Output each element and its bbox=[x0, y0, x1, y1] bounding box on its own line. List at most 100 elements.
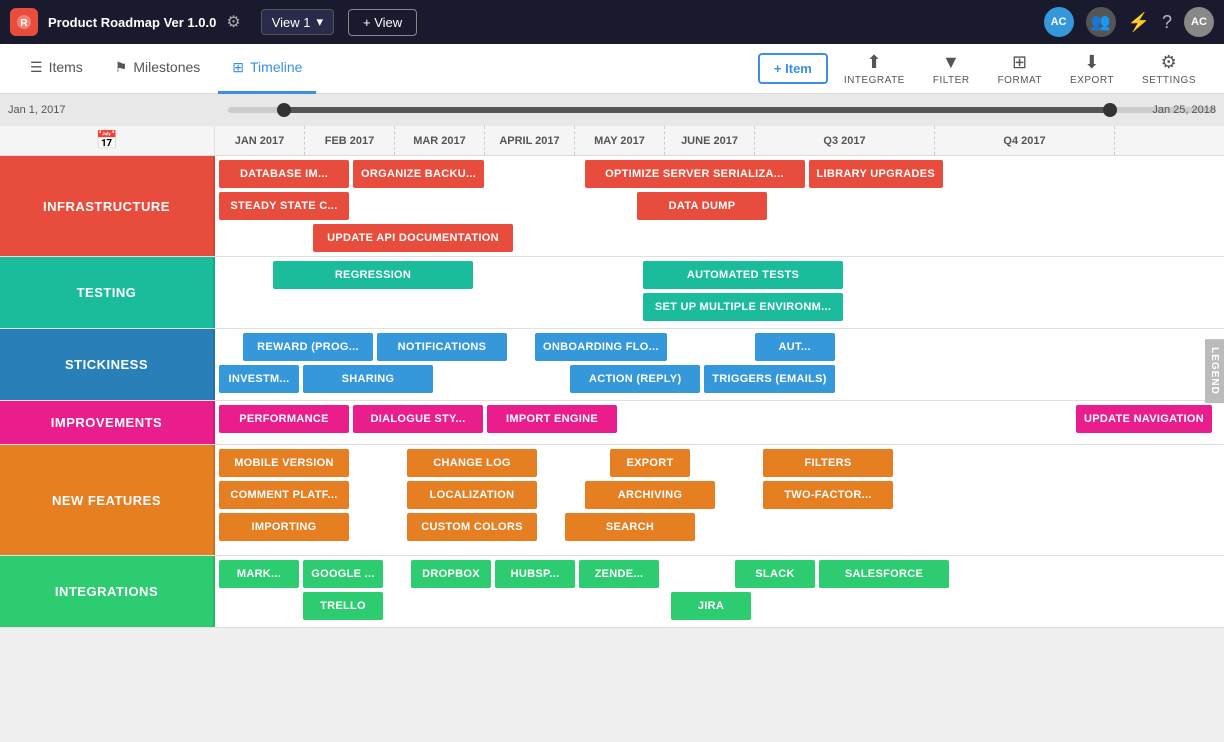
label-integrations: INTEGRATIONS bbox=[0, 556, 215, 627]
timeline-range: Jan 1, 2017 Jan 25, 2018 bbox=[0, 94, 1224, 126]
newf-row-1: MOBILE VERSION CHANGE LOG EXPORT FILTERS bbox=[219, 449, 899, 477]
chip-action-reply[interactable]: ACTION (REPLY) bbox=[570, 365, 700, 393]
range-handle-left[interactable] bbox=[277, 103, 291, 117]
nav-icons: AC 👥 ⚡ ? AC bbox=[1044, 7, 1214, 37]
chip-slack[interactable]: SLACK bbox=[735, 560, 815, 588]
chevron-down-icon: ▾ bbox=[316, 14, 323, 30]
chip-changelog[interactable]: CHANGE LOG bbox=[407, 449, 537, 477]
chip-export[interactable]: EXPORT bbox=[610, 449, 690, 477]
month-may: MAY 2017 bbox=[575, 126, 665, 155]
nav-items[interactable]: ☰ Items bbox=[16, 44, 97, 94]
range-end-date: Jan 25, 2018 bbox=[1152, 104, 1216, 116]
chip-sharing[interactable]: SHARING bbox=[303, 365, 433, 393]
chip-library[interactable]: LIBRARY UPGRADES bbox=[809, 160, 943, 188]
chip-mobile[interactable]: MOBILE VERSION bbox=[219, 449, 349, 477]
chip-zendesk[interactable]: ZENDE... bbox=[579, 560, 659, 588]
chip-steady[interactable]: STEADY STATE C... bbox=[219, 192, 349, 220]
help-icon[interactable]: ? bbox=[1162, 12, 1172, 33]
chip-importing[interactable]: IMPORTING bbox=[219, 513, 349, 541]
timeline-grid[interactable]: 📅 JAN 2017 FEB 2017 MAR 2017 APRIL 2017 … bbox=[0, 126, 1224, 742]
chip-setup[interactable]: SET UP MULTIPLE ENVIRONM... bbox=[643, 293, 843, 321]
nav-timeline[interactable]: ⊞ Timeline bbox=[218, 44, 316, 94]
chip-optimize[interactable]: OPTIMIZE SERVER SERIALIZA... bbox=[585, 160, 805, 188]
chip-update-nav[interactable]: UPDATE NAVIGATION bbox=[1076, 405, 1212, 433]
header-row: 📅 JAN 2017 FEB 2017 MAR 2017 APRIL 2017 … bbox=[0, 126, 1224, 156]
chip-mark[interactable]: MARK... bbox=[219, 560, 299, 588]
user-avatar-profile[interactable]: AC bbox=[1184, 7, 1214, 37]
content-stickiness: REWARD (PROG... NOTIFICATIONS ONBOARDING… bbox=[215, 329, 1224, 400]
chip-notifications[interactable]: NOTIFICATIONS bbox=[377, 333, 507, 361]
testing-row-1: REGRESSION AUTOMATED TESTS bbox=[219, 261, 851, 289]
range-track bbox=[228, 107, 1216, 113]
improvements-row-1: PERFORMANCE DIALOGUE STY... IMPORT ENGIN… bbox=[219, 405, 1220, 433]
chip-automated[interactable]: AUTOMATED TESTS bbox=[643, 261, 843, 289]
content-new-features: MOBILE VERSION CHANGE LOG EXPORT FILTERS… bbox=[215, 445, 1224, 555]
format-action[interactable]: ⊞ FORMAT bbox=[986, 52, 1054, 86]
settings-icon: ⚙ bbox=[1161, 52, 1178, 73]
filter-action[interactable]: ▼ FILTER bbox=[921, 52, 982, 86]
content-testing: REGRESSION AUTOMATED TESTS SET UP MULTIP… bbox=[215, 257, 1224, 328]
row-improvements: IMPROVEMENTS PERFORMANCE DIALOGUE STY...… bbox=[0, 401, 1224, 445]
chip-database[interactable]: DATABASE IM... bbox=[219, 160, 349, 188]
add-view-button[interactable]: + View bbox=[348, 9, 417, 36]
export-action[interactable]: ⬇ EXPORT bbox=[1058, 52, 1126, 86]
row-testing: TESTING REGRESSION AUTOMATED TESTS SET U… bbox=[0, 257, 1224, 329]
settings-action[interactable]: ⚙ SETTINGS bbox=[1130, 52, 1208, 86]
user-avatar-ac[interactable]: AC bbox=[1044, 7, 1074, 37]
chip-localization[interactable]: LOCALIZATION bbox=[407, 481, 537, 509]
pulse-icon[interactable]: ⚡ bbox=[1128, 12, 1150, 33]
infra-row-2: STEADY STATE C... DATA DUMP bbox=[219, 192, 951, 220]
month-jan: JAN 2017 bbox=[215, 126, 305, 155]
chip-api-doc[interactable]: UPDATE API DOCUMENTATION bbox=[313, 224, 513, 252]
newf-row-2: COMMENT PLATF... LOCALIZATION ARCHIVING … bbox=[219, 481, 899, 509]
chip-filters[interactable]: FILTERS bbox=[763, 449, 893, 477]
label-improvements: IMPROVEMENTS bbox=[0, 401, 215, 444]
chip-search[interactable]: SEARCH bbox=[565, 513, 695, 541]
chip-investm[interactable]: INVESTM... bbox=[219, 365, 299, 393]
main-content: 📅 JAN 2017 FEB 2017 MAR 2017 APRIL 2017 … bbox=[0, 126, 1224, 742]
chip-onboarding[interactable]: ONBOARDING FLO... bbox=[535, 333, 667, 361]
timeline-label: Timeline bbox=[250, 59, 302, 75]
export-icon: ⬇ bbox=[1084, 52, 1100, 73]
chip-comment[interactable]: COMMENT PLATF... bbox=[219, 481, 349, 509]
nav-icon-community[interactable]: 👥 bbox=[1086, 7, 1116, 37]
add-item-button[interactable]: + Item bbox=[758, 53, 828, 84]
chip-regression[interactable]: REGRESSION bbox=[273, 261, 473, 289]
chip-google[interactable]: GOOGLE ... bbox=[303, 560, 383, 588]
chip-salesforce[interactable]: SALESFORCE bbox=[819, 560, 949, 588]
chip-hubspot[interactable]: HUBSP... bbox=[495, 560, 575, 588]
integrate-icon: ⬆ bbox=[867, 52, 883, 73]
range-handle-right[interactable] bbox=[1103, 103, 1117, 117]
chip-trello[interactable]: TRELLO bbox=[303, 592, 383, 620]
stickiness-row-2: INVESTM... SHARING ACTION (REPLY) TRIGGE… bbox=[219, 365, 841, 393]
infra-row-1: DATABASE IM... ORGANIZE BACKU... OPTIMIZ… bbox=[219, 160, 951, 188]
infra-row-3: UPDATE API DOCUMENTATION bbox=[219, 224, 951, 252]
chip-dropbox[interactable]: DROPBOX bbox=[411, 560, 491, 588]
month-q3: Q3 2017 bbox=[755, 126, 935, 155]
chip-import-engine[interactable]: IMPORT ENGINE bbox=[487, 405, 617, 433]
chip-performance[interactable]: PERFORMANCE bbox=[219, 405, 349, 433]
month-columns: JAN 2017 FEB 2017 MAR 2017 APRIL 2017 MA… bbox=[215, 126, 1224, 155]
nav-milestones[interactable]: ⚑ Milestones bbox=[101, 44, 214, 94]
chip-archiving[interactable]: ARCHIVING bbox=[585, 481, 715, 509]
month-jun: JUNE 2017 bbox=[665, 126, 755, 155]
label-infrastructure: INFRASTRUCTURE bbox=[0, 156, 215, 256]
chip-jira[interactable]: JIRA bbox=[671, 592, 751, 620]
label-new-features: NEW FEATURES bbox=[0, 445, 215, 555]
chip-twofactor[interactable]: TWO-FACTOR... bbox=[763, 481, 893, 509]
content-infrastructure: DATABASE IM... ORGANIZE BACKU... OPTIMIZ… bbox=[215, 156, 1224, 256]
month-feb: FEB 2017 bbox=[305, 126, 395, 155]
chip-datadump[interactable]: DATA DUMP bbox=[637, 192, 767, 220]
chip-custom-colors[interactable]: CUSTOM COLORS bbox=[407, 513, 537, 541]
gear-icon[interactable]: ⚙ bbox=[226, 12, 240, 32]
row-infrastructure: INFRASTRUCTURE DATABASE IM... ORGANIZE B… bbox=[0, 156, 1224, 257]
row-new-features: NEW FEATURES MOBILE VERSION CHANGE LOG E… bbox=[0, 445, 1224, 556]
integrate-action[interactable]: ⬆ INTEGRATE bbox=[832, 52, 917, 86]
chip-triggers[interactable]: TRIGGERS (EMAILS) bbox=[704, 365, 835, 393]
legend-tab[interactable]: LEGEND bbox=[1205, 339, 1224, 403]
chip-dialogue[interactable]: DIALOGUE STY... bbox=[353, 405, 483, 433]
chip-reward[interactable]: REWARD (PROG... bbox=[243, 333, 373, 361]
view-selector[interactable]: View 1 ▾ bbox=[261, 9, 334, 35]
chip-organize[interactable]: ORGANIZE BACKU... bbox=[353, 160, 484, 188]
chip-aut[interactable]: AUT... bbox=[755, 333, 835, 361]
